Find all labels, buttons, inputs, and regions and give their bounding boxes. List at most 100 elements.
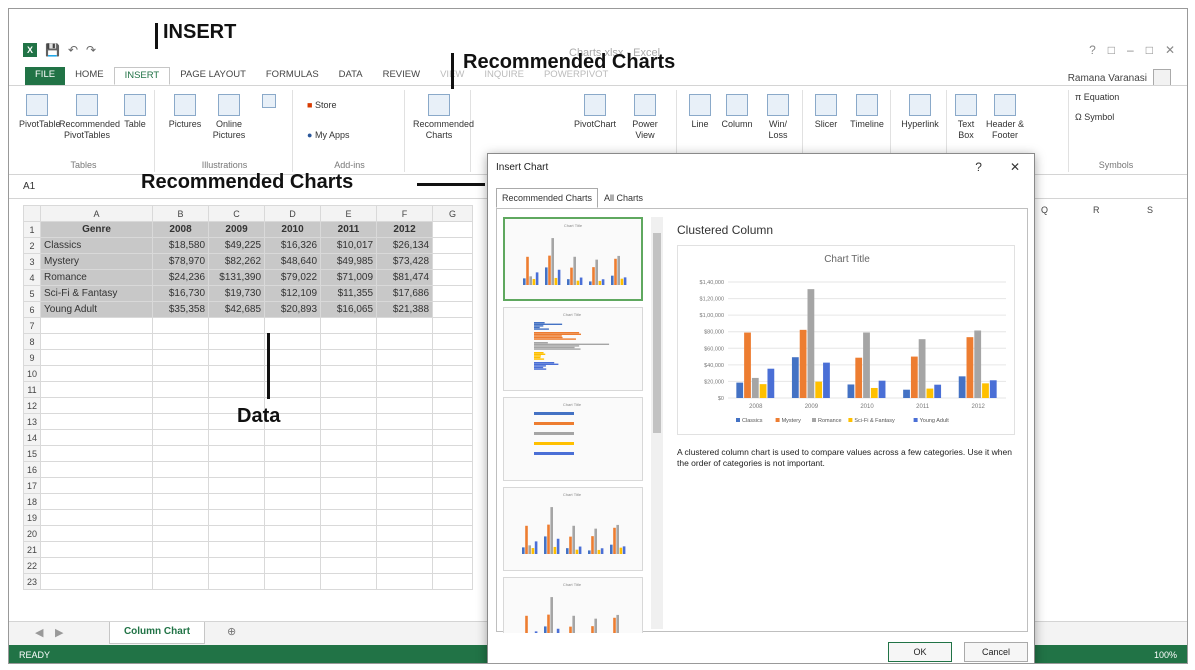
cell[interactable]: Mystery xyxy=(40,253,154,270)
tab-formulas[interactable]: FORMULAS xyxy=(256,67,329,85)
col-header-b[interactable]: B xyxy=(152,205,210,222)
cell[interactable]: Sci-Fi & Fantasy xyxy=(40,285,154,302)
row-header[interactable]: 16 xyxy=(22,461,42,478)
cell[interactable] xyxy=(320,477,378,494)
cell[interactable] xyxy=(152,477,210,494)
tab-home[interactable]: HOME xyxy=(65,67,114,85)
cell[interactable] xyxy=(320,493,378,510)
cell[interactable] xyxy=(376,365,434,382)
row-header[interactable]: 15 xyxy=(22,445,42,462)
cell[interactable] xyxy=(264,429,322,446)
cell[interactable] xyxy=(432,493,474,510)
power-view-button[interactable]: Power View xyxy=(625,94,665,141)
cell[interactable] xyxy=(376,349,434,366)
cell[interactable] xyxy=(432,461,474,478)
column-sparkline-button[interactable]: Column xyxy=(719,94,755,130)
cell[interactable] xyxy=(320,349,378,366)
cell[interactable] xyxy=(264,381,322,398)
chart-thumbnail[interactable]: Chart Title xyxy=(503,307,643,391)
cell[interactable]: $82,262 xyxy=(208,253,266,270)
scrollbar-thumb[interactable] xyxy=(653,233,661,433)
cell[interactable] xyxy=(376,557,434,574)
cell[interactable] xyxy=(208,557,266,574)
cell[interactable] xyxy=(320,413,378,430)
cell[interactable] xyxy=(432,525,474,542)
cell[interactable]: $11,355 xyxy=(320,285,378,302)
cell[interactable]: 2012 xyxy=(376,221,434,238)
tab-recommended-charts[interactable]: Recommended Charts xyxy=(496,188,599,208)
cell[interactable]: $12,109 xyxy=(264,285,322,302)
cell[interactable] xyxy=(376,317,434,334)
cell[interactable]: Genre xyxy=(40,221,154,238)
cell[interactable] xyxy=(376,413,434,430)
cell[interactable]: $26,134 xyxy=(376,237,434,254)
cell[interactable] xyxy=(152,317,210,334)
table-button[interactable]: Table xyxy=(121,94,149,130)
pictures-button[interactable]: Pictures xyxy=(165,94,205,130)
pivottable-button[interactable]: PivotTable xyxy=(19,94,61,130)
cell[interactable] xyxy=(264,493,322,510)
cell[interactable] xyxy=(376,509,434,526)
cell[interactable] xyxy=(320,445,378,462)
ok-button[interactable]: OK xyxy=(888,642,952,662)
cell[interactable] xyxy=(40,333,154,350)
row-header[interactable]: 13 xyxy=(22,413,42,430)
online-pictures-button[interactable]: Online Pictures xyxy=(207,94,251,141)
sheet-nav-right-icon[interactable]: ▶ xyxy=(55,626,63,639)
cell[interactable] xyxy=(264,349,322,366)
maximize-icon[interactable]: □ xyxy=(1146,43,1153,57)
cell[interactable] xyxy=(320,541,378,558)
cell[interactable] xyxy=(264,525,322,542)
cell[interactable] xyxy=(376,541,434,558)
cell[interactable]: $19,730 xyxy=(208,285,266,302)
cell[interactable] xyxy=(40,413,154,430)
cell[interactable]: 2010 xyxy=(264,221,322,238)
cell[interactable] xyxy=(320,333,378,350)
equation-button[interactable]: π Equation xyxy=(1075,92,1119,103)
row-header[interactable]: 1 xyxy=(22,221,42,238)
tab-all-charts[interactable]: All Charts xyxy=(598,188,649,208)
row-header[interactable]: 14 xyxy=(22,429,42,446)
minimize-icon[interactable]: – xyxy=(1127,43,1134,57)
cell[interactable] xyxy=(376,477,434,494)
col-header-c[interactable]: C xyxy=(208,205,266,222)
cell[interactable] xyxy=(152,413,210,430)
col-header-e[interactable]: E xyxy=(320,205,378,222)
cell[interactable] xyxy=(432,365,474,382)
pivotchart-button[interactable]: PivotChart xyxy=(573,94,617,130)
sheet-table[interactable]: A B C D E F G 1 Genre 2008 2009 2010 2011 2012 2 Classi… xyxy=(22,205,474,590)
redo-icon[interactable]: ↷ xyxy=(86,43,96,57)
cell[interactable] xyxy=(264,573,322,590)
row-header[interactable]: 6 xyxy=(22,301,42,318)
cell[interactable] xyxy=(432,301,474,318)
close-icon[interactable]: ✕ xyxy=(1165,43,1175,57)
cell[interactable] xyxy=(432,413,474,430)
row-header[interactable]: 18 xyxy=(22,493,42,510)
cell[interactable] xyxy=(432,237,474,254)
cell[interactable] xyxy=(208,349,266,366)
cell[interactable] xyxy=(208,381,266,398)
cell[interactable] xyxy=(320,317,378,334)
cell[interactable]: $16,065 xyxy=(320,301,378,318)
sheet-nav-left-icon[interactable]: ◀ xyxy=(35,626,43,639)
col-header-f[interactable]: F xyxy=(376,205,434,222)
cell[interactable]: 2008 xyxy=(152,221,210,238)
cell[interactable] xyxy=(40,381,154,398)
store-button[interactable]: ■ Store xyxy=(307,100,336,111)
cell[interactable] xyxy=(208,493,266,510)
cell[interactable]: $21,388 xyxy=(376,301,434,318)
chart-thumbnail-list[interactable]: Chart Title Chart Title Chart Title Chart T… xyxy=(503,217,647,633)
cell[interactable] xyxy=(264,333,322,350)
cell[interactable] xyxy=(320,397,378,414)
row-header[interactable]: 5 xyxy=(22,285,42,302)
cell[interactable] xyxy=(152,429,210,446)
cell[interactable] xyxy=(208,317,266,334)
close-icon[interactable]: ✕ xyxy=(1010,160,1020,174)
chart-thumbnail[interactable]: Chart Title xyxy=(503,487,643,571)
tab-data[interactable]: DATA xyxy=(329,67,373,85)
cell[interactable] xyxy=(432,557,474,574)
cell[interactable] xyxy=(40,557,154,574)
zoom-level[interactable]: 100% xyxy=(1154,645,1177,663)
symbol-button[interactable]: Ω Symbol xyxy=(1075,112,1114,123)
cell[interactable] xyxy=(152,397,210,414)
